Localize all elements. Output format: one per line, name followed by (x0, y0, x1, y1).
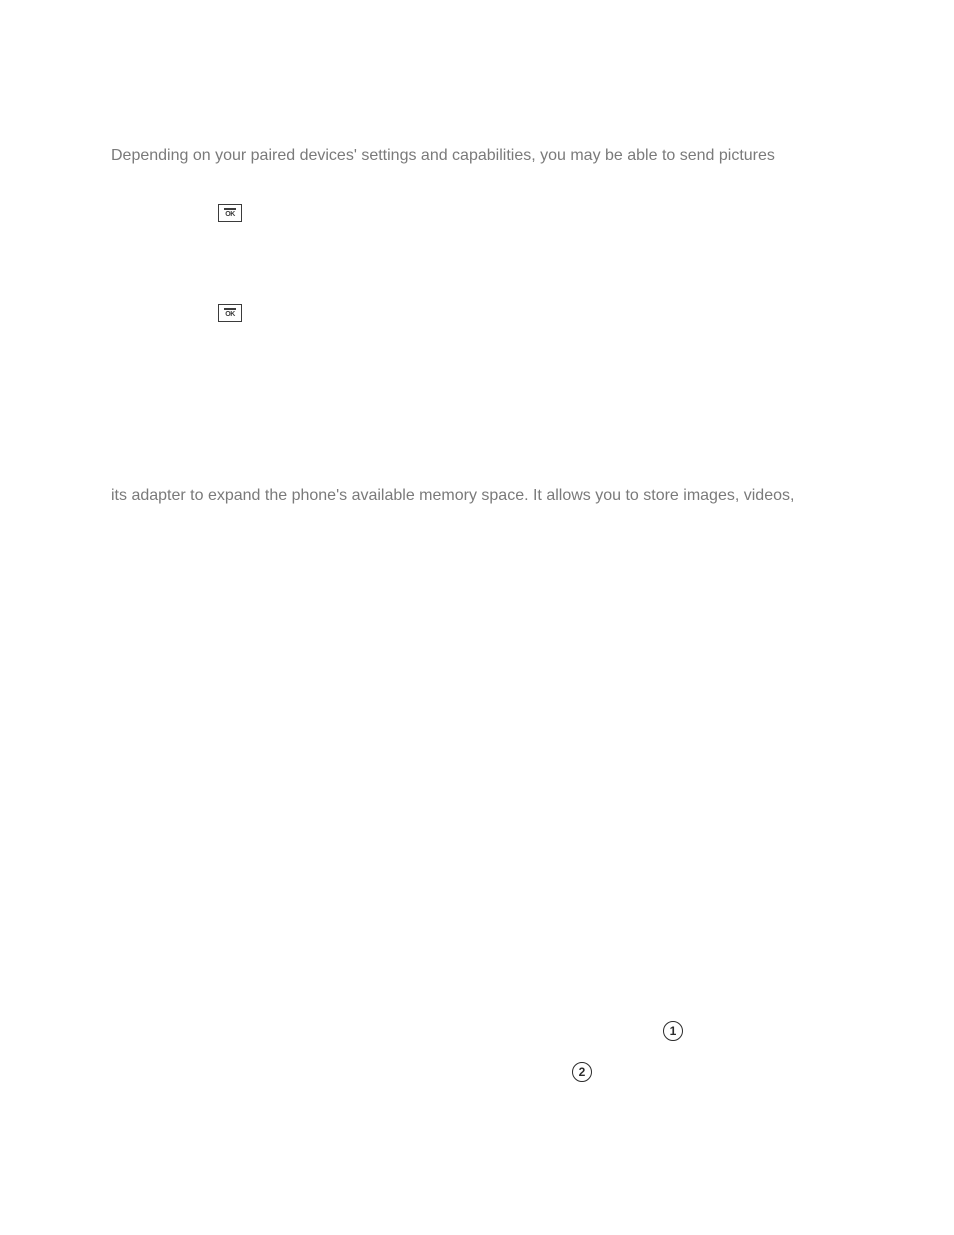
paragraph-paired-devices: Depending on your paired devices' settin… (111, 145, 775, 167)
callout-marker-2: 2 (572, 1062, 592, 1082)
ok-icon: OK (218, 304, 242, 322)
ok-icon: OK (218, 204, 242, 222)
paragraph-memory-adapter: its adapter to expand the phone's availa… (111, 485, 794, 507)
ok-icon-text: OK (225, 211, 235, 218)
callout-marker-1: 1 (663, 1021, 683, 1041)
ok-icon-bar (224, 208, 236, 210)
ok-icon-bar (224, 308, 236, 310)
ok-icon-text: OK (225, 311, 235, 318)
